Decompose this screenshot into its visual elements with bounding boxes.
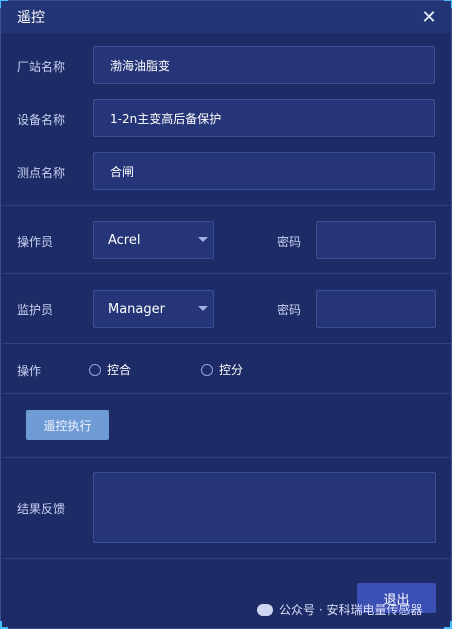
- device-value: 1-2n主变高后备保护: [110, 111, 222, 126]
- device-field[interactable]: 1-2n主变高后备保护: [93, 99, 435, 137]
- result-textarea[interactable]: [93, 472, 436, 543]
- operator-password-input[interactable]: [316, 221, 436, 259]
- result-label: 结果反馈: [17, 502, 66, 516]
- wechat-icon: [257, 603, 273, 616]
- supervisor-label: 监护员: [17, 303, 54, 317]
- station-field[interactable]: 渤海油脂变: [93, 46, 435, 84]
- corner-decoration: [444, 621, 452, 629]
- divider: [2, 205, 451, 206]
- execute-button[interactable]: 遥控执行: [26, 410, 109, 440]
- point-label: 测点名称: [17, 166, 66, 180]
- watermark: 公众号 · 安科瑞电量传感器: [257, 601, 422, 618]
- operator-label: 操作员: [17, 235, 54, 249]
- watermark-text: 公众号 · 安科瑞电量传感器: [279, 603, 423, 617]
- divider: [2, 273, 451, 274]
- chevron-down-icon: [198, 237, 208, 242]
- radio-open-label: 控分: [219, 363, 244, 377]
- device-label: 设备名称: [17, 113, 66, 127]
- radio-close[interactable]: 控合: [89, 361, 131, 378]
- supervisor-selected: Manager: [108, 301, 165, 317]
- point-value: 合闸: [110, 164, 135, 179]
- remote-control-dialog: 遥控 ✕ 厂站名称 渤海油脂变 设备名称 1-2n主变高后备保护 测点名称 合闸…: [0, 0, 452, 629]
- operator-password-label: 密码: [277, 235, 302, 249]
- operation-label: 操作: [17, 364, 42, 378]
- station-value: 渤海油脂变: [110, 58, 171, 73]
- supervisor-password-input[interactable]: [316, 290, 436, 328]
- station-label: 厂站名称: [17, 60, 66, 74]
- divider: [2, 343, 451, 344]
- chevron-down-icon: [198, 306, 208, 311]
- dialog-title: 遥控: [17, 10, 45, 26]
- close-icon[interactable]: ✕: [419, 7, 439, 28]
- divider: [2, 393, 451, 394]
- radio-close-label: 控合: [107, 363, 132, 377]
- supervisor-password-label: 密码: [277, 303, 302, 317]
- radio-circle-icon[interactable]: [201, 363, 213, 376]
- radio-open[interactable]: 控分: [201, 361, 243, 378]
- operator-select[interactable]: Acrel: [93, 221, 214, 259]
- divider: [2, 558, 451, 559]
- operator-selected: Acrel: [108, 232, 141, 248]
- supervisor-select[interactable]: Manager: [93, 290, 214, 328]
- point-field[interactable]: 合闸: [93, 152, 435, 190]
- corner-decoration: [0, 621, 8, 629]
- dialog-titlebar: 遥控 ✕: [1, 1, 451, 33]
- radio-circle-icon[interactable]: [89, 363, 101, 376]
- divider: [2, 457, 451, 458]
